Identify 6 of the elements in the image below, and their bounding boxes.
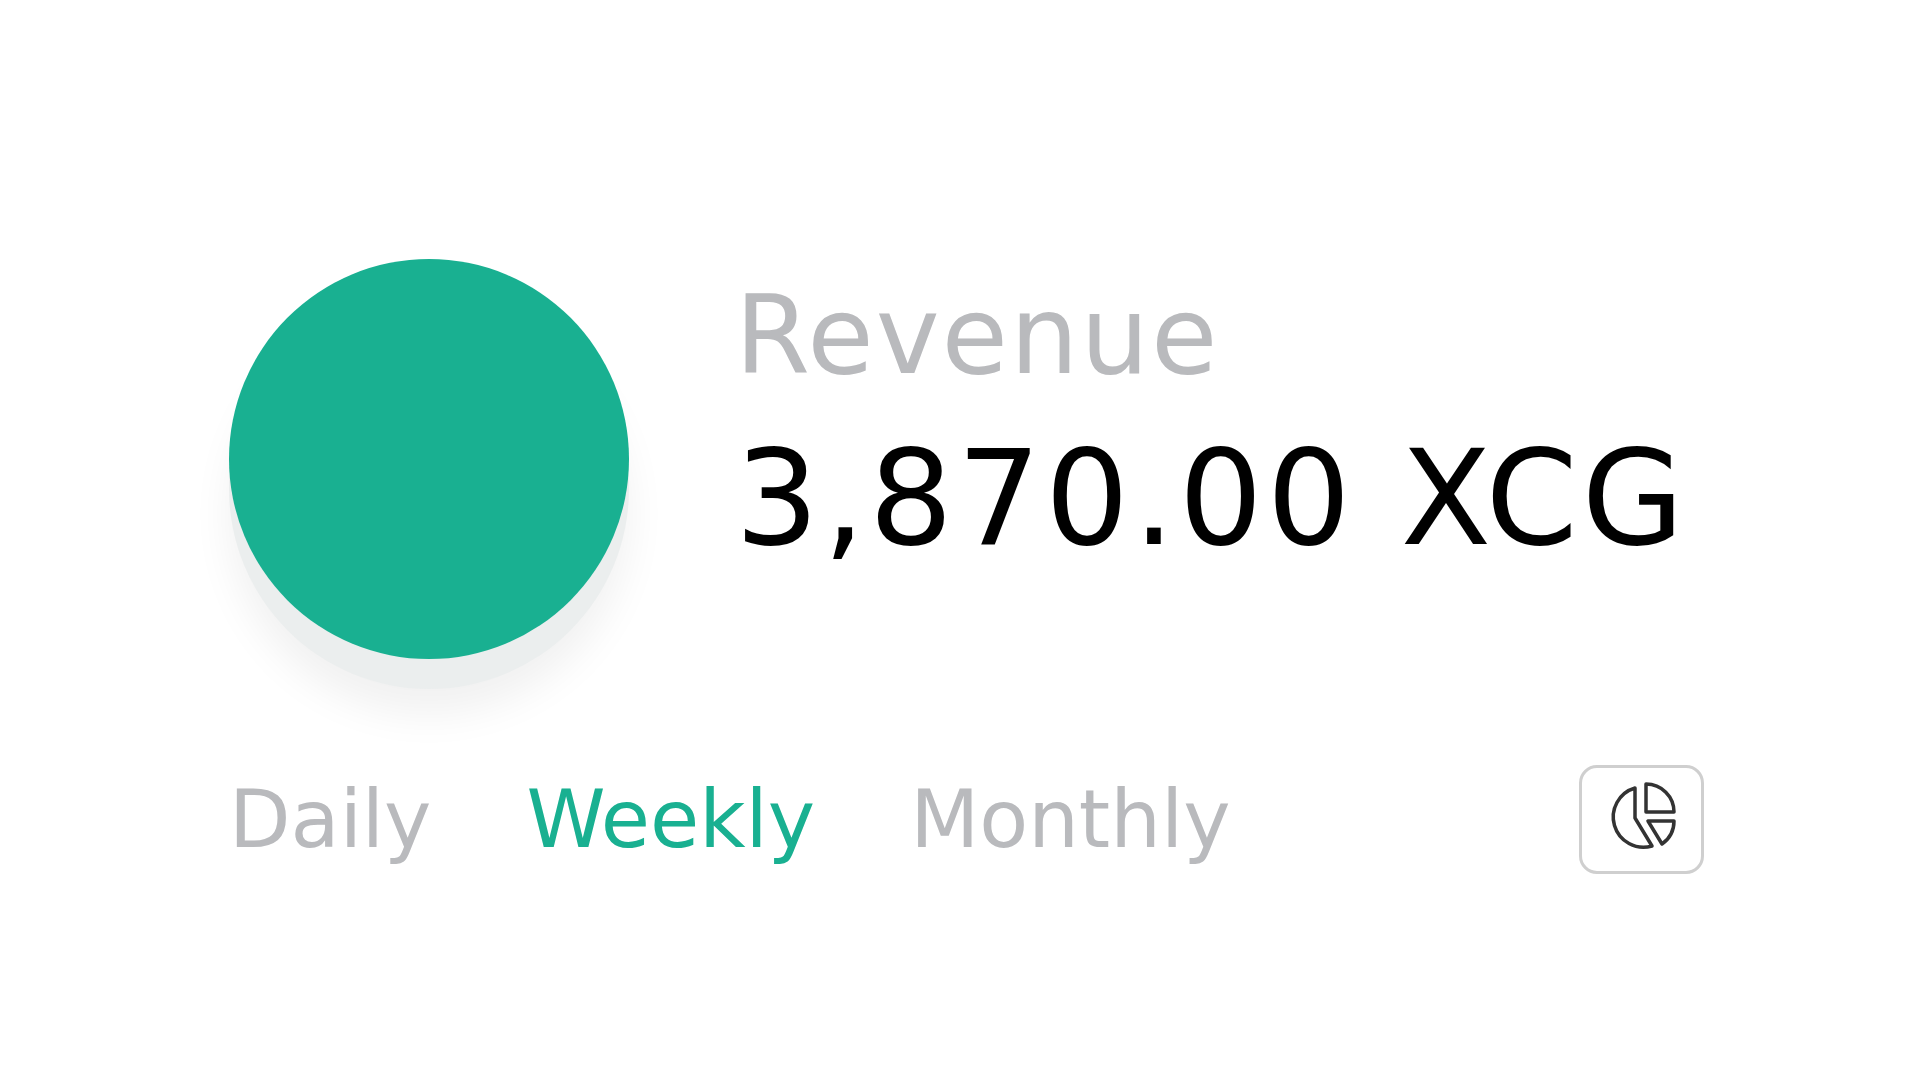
- period-tab[interactable]: Monthly: [910, 775, 1231, 864]
- pie-chart-button[interactable]: [1579, 765, 1704, 874]
- period-tab[interactable]: Weekly: [526, 775, 816, 864]
- metric-value: 3,870.00 XCG: [735, 425, 1689, 571]
- metric-label: Revenue: [735, 277, 1221, 396]
- period-tab[interactable]: Daily: [229, 775, 432, 864]
